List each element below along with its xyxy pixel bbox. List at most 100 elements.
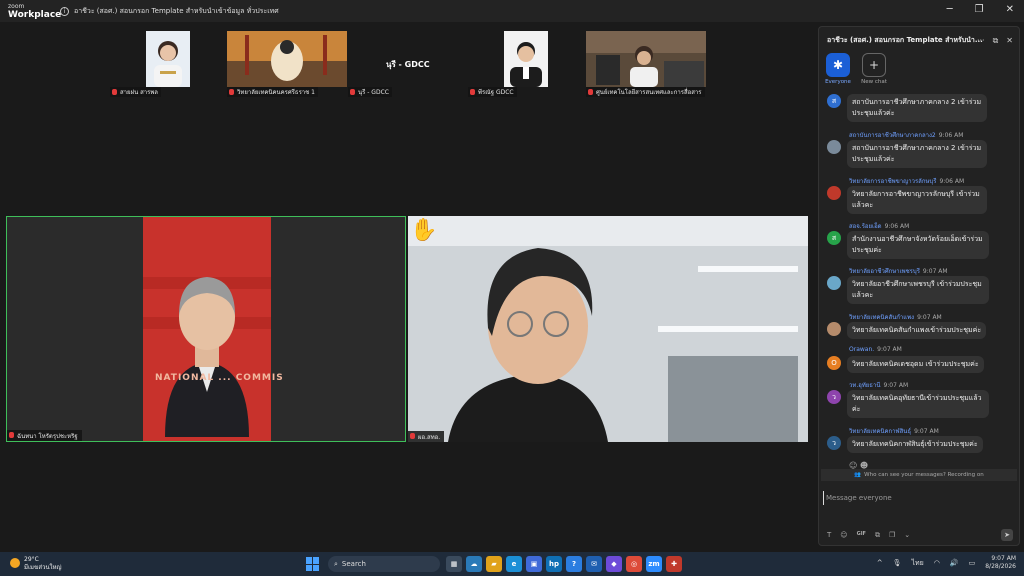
background-text: NATIONAL ... COMMIS: [155, 373, 284, 383]
file-icon[interactable]: ❐: [889, 531, 895, 540]
message-text: วิทยาลัยเทคนิคเดชอุดม เข้าร่วมประชุมค่ะ: [847, 356, 984, 373]
weather-icon: [10, 558, 20, 568]
more-tools-icon[interactable]: ⌄: [904, 531, 910, 540]
popout-icon[interactable]: ⧉: [993, 36, 999, 46]
participant-name: นุรี - GDCC: [348, 87, 392, 97]
zoom-logo: zoom Workplace: [0, 3, 62, 20]
plus-icon: +: [862, 53, 886, 77]
weather-widget[interactable]: 29°C มีเมฆส่วนใหญ่: [10, 556, 62, 572]
wifi-icon[interactable]: ◠: [934, 559, 940, 567]
chat-composer: T ☺ GIF ⧉ ❐ ⌄ ➤: [823, 485, 1015, 541]
hp-icon[interactable]: hp: [546, 556, 562, 572]
chat-messages[interactable]: ส สถาบันการอาชีวศึกษาภาคกลาง 2 เข้าร่วมป…: [819, 94, 1019, 469]
title-bar: zoom Workplace i อาชีวะ (สอศ.) สอนกรอก T…: [0, 0, 1024, 22]
weather-temp: 29°C: [24, 556, 39, 563]
message-text: สำนักงานอาชีวศึกษาจังหวัดร้อยเอ็ดเข้าร่ว…: [847, 231, 989, 259]
file-explorer-icon[interactable]: ▰: [486, 556, 502, 572]
battery-icon[interactable]: ▭: [969, 559, 976, 567]
avatar: [827, 322, 841, 336]
avatar: [146, 31, 190, 87]
info-icon[interactable]: i: [60, 6, 69, 16]
participant-thumbnail[interactable]: ศูนย์เทคโนโลยีสารสนเทศและการสื่อสาร: [586, 31, 706, 97]
avatar: ส: [827, 231, 841, 245]
participant-thumbnail[interactable]: พีรณัฐ GDCC: [468, 31, 556, 97]
participant-caption: นุรี - GDCC: [386, 60, 430, 69]
language-indicator[interactable]: ไทย: [912, 558, 924, 569]
taskbar-search[interactable]: ⌕ Search: [328, 556, 440, 572]
visibility-notice[interactable]: 👥 Who can see your messages? Recording o…: [821, 469, 1017, 481]
mic-muted-icon: [350, 89, 355, 95]
emoji-icon[interactable]: ☺: [840, 531, 847, 540]
participant-name: ศูนย์เทคโนโลยีสารสนเทศและการสื่อสาร: [586, 87, 705, 97]
app-icon[interactable]: ◆: [606, 556, 622, 572]
store-icon[interactable]: ▣: [526, 556, 542, 572]
participant-thumbnail[interactable]: นุรี - GDCC นุรี - GDCC: [348, 31, 468, 97]
participant-name: พีรณัฐ GDCC: [468, 87, 517, 97]
tab-everyone[interactable]: ✱ Everyone: [824, 53, 852, 93]
more-icon[interactable]: ···: [977, 36, 985, 46]
participant-name: สายฝน สารพล: [110, 87, 161, 97]
room-background: [586, 31, 706, 87]
mic-muted-icon: [470, 89, 475, 95]
volume-icon[interactable]: 🔊: [950, 559, 959, 567]
send-icon[interactable]: ➤: [1001, 529, 1013, 541]
avatar: [827, 276, 841, 290]
message-meta: วิทยาลัยอาชีวศึกษาเพชรบุรี 9:07 AM: [849, 268, 948, 275]
message-text: สถาบันการอาชีวศึกษาภาคกลาง 2 เข้าร่วมประ…: [847, 94, 987, 122]
mic-muted-icon: [229, 89, 234, 95]
participant-name: วิทยาลัยเทคนิคนครศรีธราช 1: [227, 87, 318, 97]
copilot-icon[interactable]: ☁: [466, 556, 482, 572]
participant-video: [227, 31, 347, 87]
message-meta: สอจ.ร้อยเอ็ด 9:06 AM: [849, 223, 910, 230]
message-input[interactable]: [823, 491, 1015, 505]
meeting-info[interactable]: i อาชีวะ (สอศ.) สอนกรอก Template สำหรับน…: [60, 6, 279, 17]
task-view-icon[interactable]: ▦: [446, 556, 462, 572]
close-icon[interactable]: ✕: [1006, 4, 1014, 15]
chat-tabs: ✱ Everyone + New chat: [819, 53, 1019, 93]
avatar: [827, 140, 841, 154]
mic-muted-icon: [410, 433, 415, 439]
maximize-icon[interactable]: ❐: [975, 4, 984, 15]
minimize-icon[interactable]: ─: [947, 4, 953, 15]
gif-icon[interactable]: GIF: [857, 531, 866, 540]
help-icon[interactable]: ?: [566, 556, 582, 572]
participant-video: [146, 31, 190, 87]
edge-icon[interactable]: e: [506, 556, 522, 572]
format-icon[interactable]: T: [827, 531, 831, 540]
mic-muted-icon: [112, 89, 117, 95]
message-meta: วิทยาลัยเทคนิคกาฬสินธุ์ 9:07 AM: [849, 428, 939, 435]
avatar: ว: [827, 390, 841, 404]
message-text: วิทยาลัยอาชีวศึกษาเพชรบุรี เข้าร่วมประชุ…: [847, 276, 989, 304]
brand-main: Workplace: [8, 10, 62, 20]
chrome-icon[interactable]: ◎: [626, 556, 642, 572]
participant-thumbnail[interactable]: วิทยาลัยเทคนิคนครศรีธราช 1: [227, 31, 347, 97]
avatar: [827, 186, 841, 200]
active-speaker-tile[interactable]: NATIONAL ... COMMIS ฉันทนา โหรัตรุปชะหริ…: [6, 216, 406, 442]
app-icon[interactable]: ✚: [666, 556, 682, 572]
microphone-icon[interactable]: 🎙: [893, 559, 902, 567]
taskbar: 29°C มีเมฆส่วนใหญ่ ⌕ Search ▦ ☁ ▰ e ▣ hp…: [0, 552, 1024, 576]
window-controls: ─ ❐ ✕: [947, 4, 1014, 15]
message-meta: สถาบันการอาชีวศึกษาภาคกลาง2 9:06 AM: [849, 132, 964, 139]
participant-thumbnail[interactable]: สายฝน สารพล: [110, 31, 198, 97]
search-icon: ⌕: [334, 559, 338, 568]
participant-tile[interactable]: ✋ ผอ.สทอ.: [408, 216, 808, 442]
tab-new-chat[interactable]: + New chat: [860, 53, 888, 93]
participant-name: ฉันทนา โหรัตรุปชะหริฐ: [7, 430, 82, 441]
weather-desc: มีเมฆส่วนใหญ่: [24, 564, 62, 571]
message-text: วิทยาลัยเทคนิคสันกำแพงเข้าร่วมประชุมค่ะ: [847, 322, 987, 339]
tray-chevron-icon[interactable]: ^: [877, 559, 883, 567]
participant-video: [586, 31, 706, 87]
zoom-app-icon[interactable]: zm: [646, 556, 662, 572]
bridge-background: [227, 31, 347, 87]
system-tray: ^ 🎙 ไทย ◠ 🔊 ▭ 9:07 AM 8/28/2026: [877, 555, 1016, 571]
clock[interactable]: 9:07 AM 8/28/2026: [985, 555, 1016, 571]
outlook-icon[interactable]: ✉: [586, 556, 602, 572]
windows-start-icon[interactable]: [306, 557, 320, 571]
close-chat-icon[interactable]: ✕: [1006, 36, 1013, 46]
participant-video: [408, 216, 808, 442]
message-text: สถาบันการอาชีวศึกษาภาคกลาง 2 เข้าร่วมประ…: [847, 140, 987, 168]
message-meta: วิทยาลัยเทคนิคสันกำแพง 9:07 AM: [849, 314, 942, 321]
screenshot-icon[interactable]: ⧉: [875, 531, 880, 540]
avatar: ว: [827, 436, 841, 450]
